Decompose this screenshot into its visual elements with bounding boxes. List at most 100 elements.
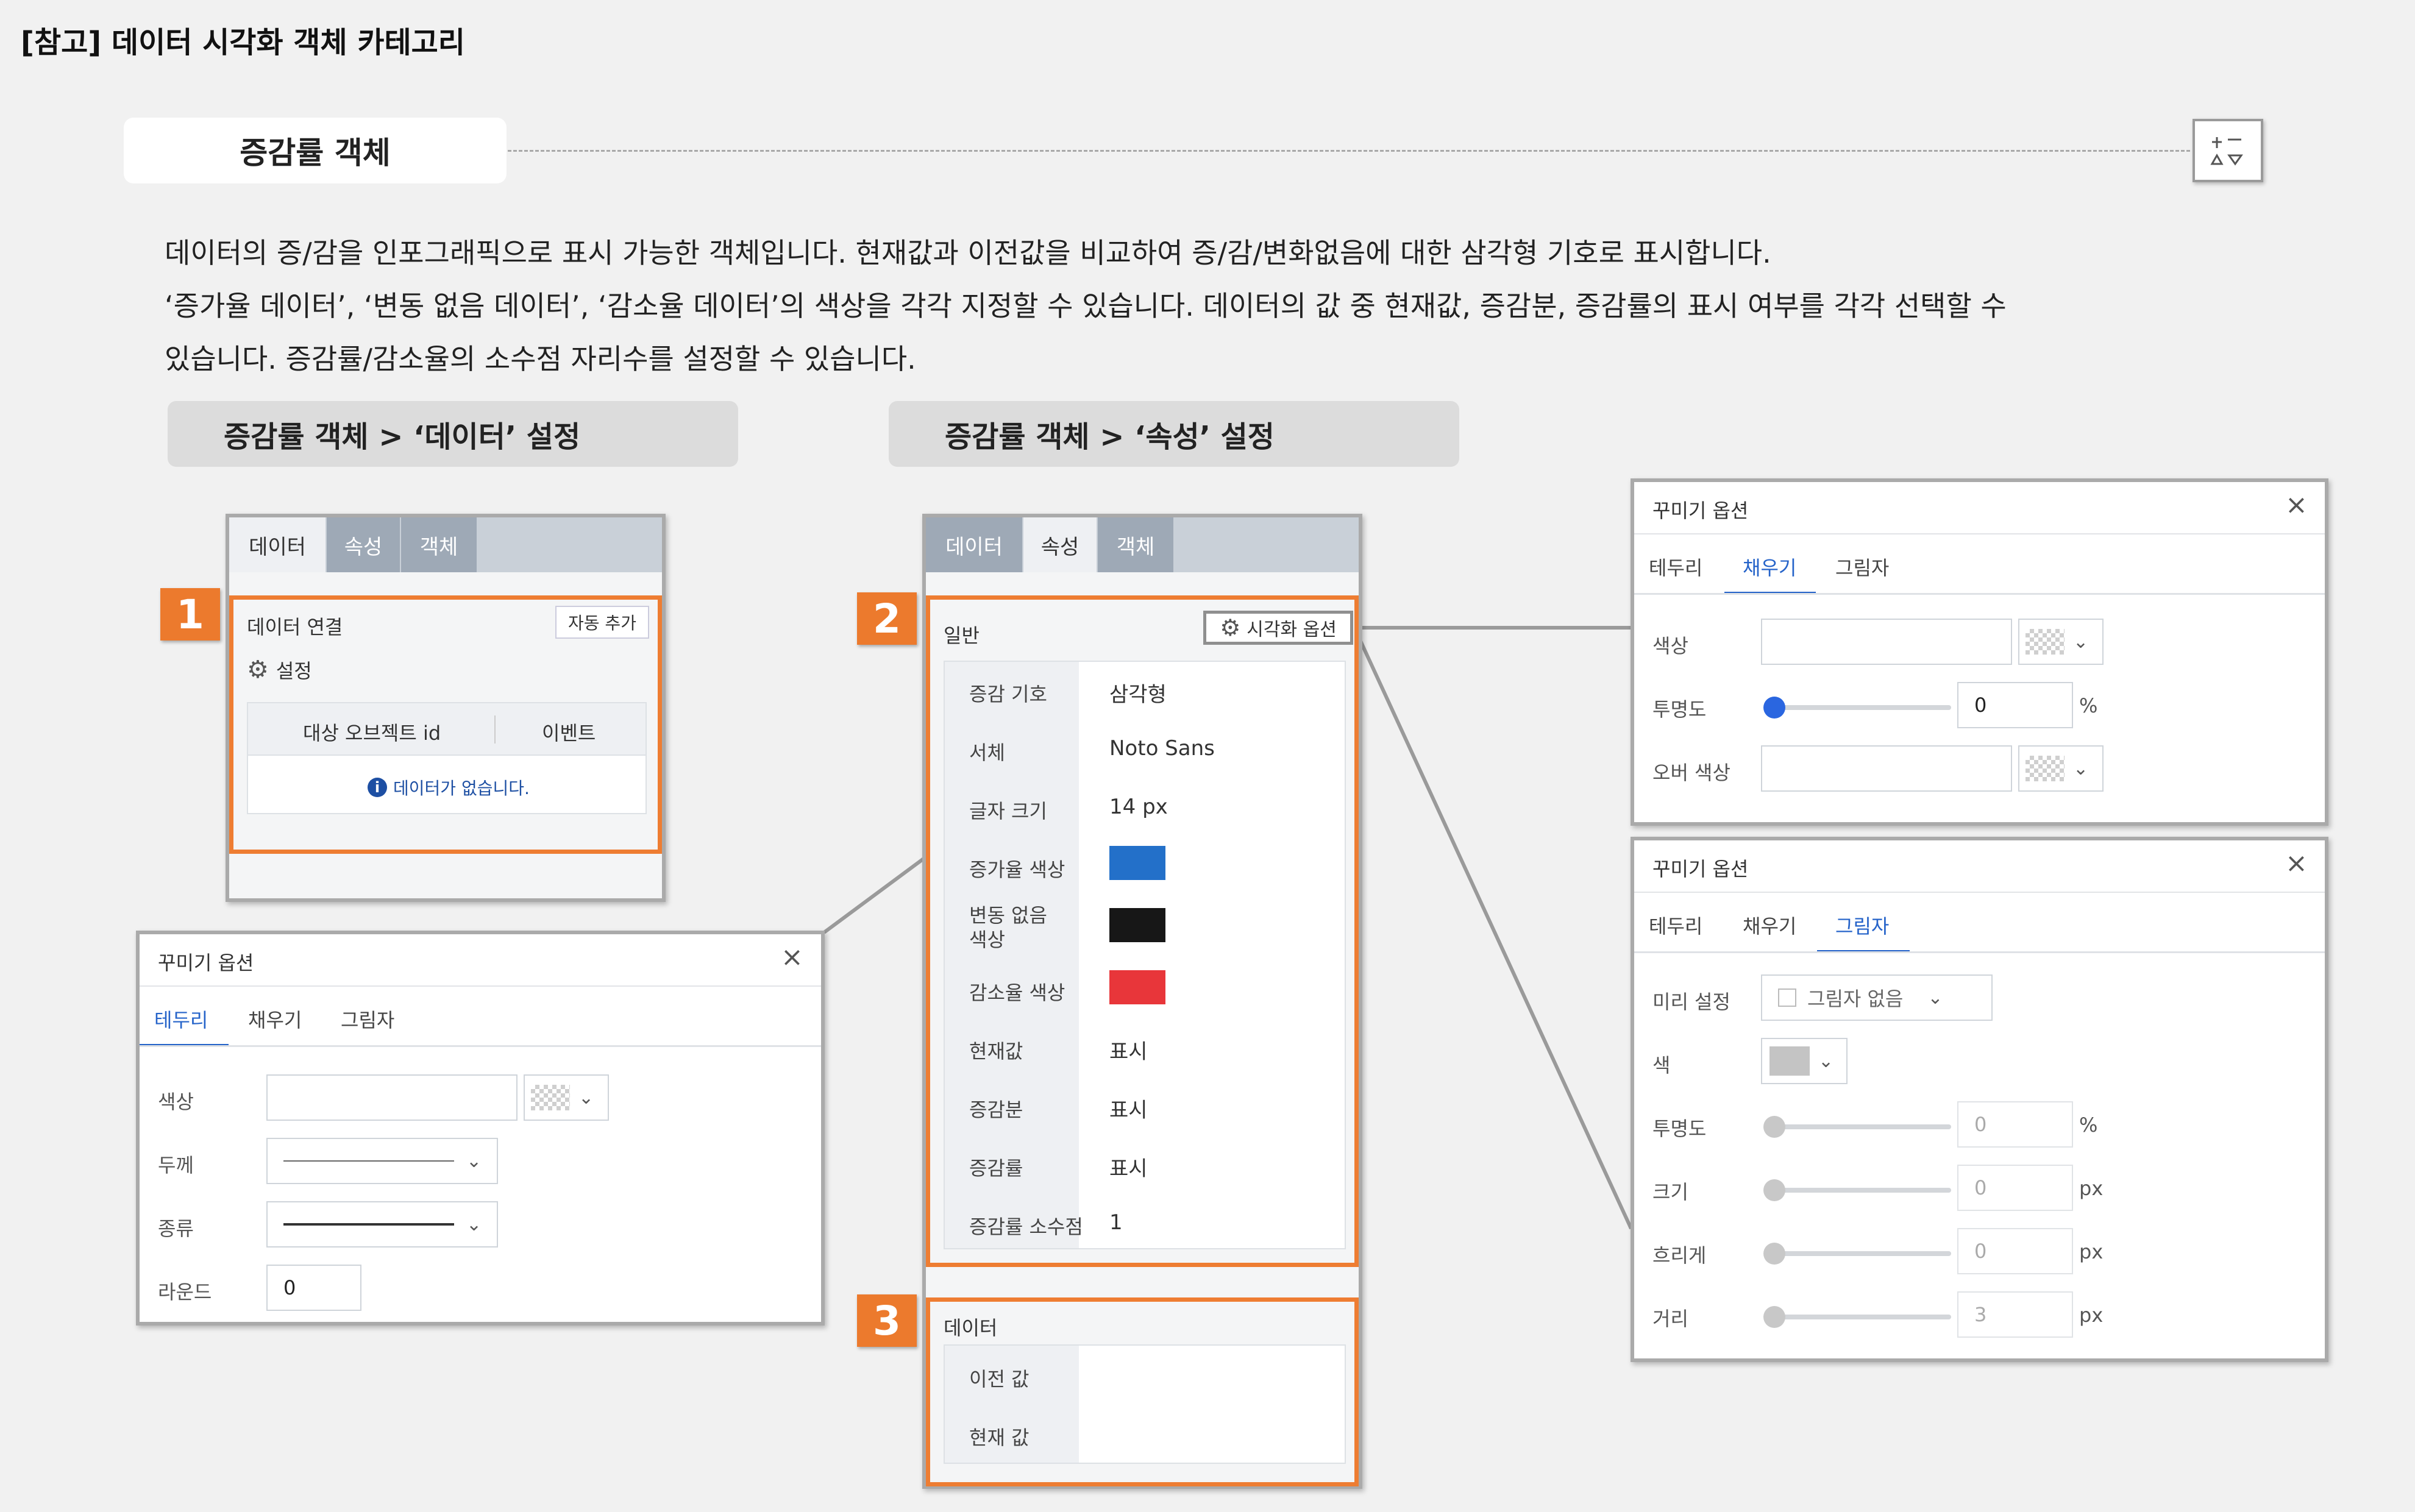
property-grid: 증감 기호 삼각형 서체 Noto Sans 글자 크기 14 px 증가율 색…	[944, 661, 1346, 1249]
tab-attr[interactable]: 속성	[1023, 517, 1097, 572]
header-divider	[494, 715, 496, 744]
tab-attr[interactable]: 속성	[327, 517, 400, 572]
size-slider-handle[interactable]	[1763, 1179, 1785, 1201]
transparent-swatch-icon	[531, 1085, 570, 1110]
size-input[interactable]: 0	[1957, 1165, 2073, 1211]
prop-label: 서체	[969, 741, 1005, 764]
auto-add-button[interactable]: 자동 추가	[555, 606, 649, 639]
gear-icon: ⚙	[1220, 614, 1241, 641]
dialog-title: 꾸미기 옵션	[1652, 499, 1749, 522]
tab-shadow[interactable]: 그림자	[341, 1005, 394, 1033]
tab-object[interactable]: 객체	[1098, 517, 1173, 572]
prop-value-decimals[interactable]: 1	[1109, 1210, 1123, 1235]
prop-value-current[interactable]: 표시	[1109, 1035, 1148, 1065]
tab-shadow[interactable]: 그림자	[1835, 911, 1889, 939]
close-icon[interactable]: ×	[781, 942, 803, 973]
opacity-slider-handle[interactable]	[1763, 697, 1785, 719]
preset-value: 그림자 없음	[1807, 987, 1904, 1010]
blur-slider[interactable]	[1768, 1251, 1951, 1256]
blur-unit: px	[2079, 1240, 2104, 1263]
data-panel: 데이터 속성 객체 데이터 연결 자동 추가 ⚙ 설정 대상 오브젝트 id 이…	[226, 514, 666, 902]
tab-border[interactable]: 테두리	[1649, 911, 1702, 939]
round-input[interactable]: 0	[266, 1265, 361, 1311]
distance-input[interactable]: 3	[1957, 1291, 2073, 1338]
decrease-color-swatch[interactable]	[1109, 970, 1165, 1004]
prop-label: 현재값	[969, 1040, 1023, 1063]
tab-border[interactable]: 테두리	[1649, 553, 1702, 581]
type-label: 종류	[158, 1217, 194, 1240]
opacity-slider[interactable]	[1768, 1124, 1951, 1129]
prop-label: 증감률	[969, 1157, 1023, 1180]
decoration-dialog-border: 꾸미기 옵션 × 테두리 채우기 그림자 색상 ⌄ 두께 ⌄ 종류 ⌄ 라운드 …	[136, 931, 825, 1326]
thickness-label: 두께	[158, 1154, 194, 1177]
opacity-slider[interactable]	[1768, 705, 1951, 710]
tab-data[interactable]: 데이터	[926, 517, 1022, 572]
prop-label: 증감 기호	[969, 683, 1047, 706]
preset-label: 미리 설정	[1652, 990, 1730, 1013]
tab-fill[interactable]: 채우기	[248, 1005, 302, 1033]
viz-options-button[interactable]: ⚙ 시각화 옵션	[1203, 611, 1353, 645]
transparent-swatch-icon	[2026, 629, 2065, 655]
prop-value-delta[interactable]: 표시	[1109, 1093, 1148, 1123]
tab-object[interactable]: 객체	[401, 517, 477, 572]
close-icon[interactable]: ×	[2285, 848, 2308, 879]
binding-table: 대상 오브젝트 id 이벤트 i 데이터가 없습니다.	[247, 702, 647, 814]
tab-divider	[1634, 593, 2325, 595]
size-unit: px	[2079, 1177, 2104, 1200]
data-connect-section: 데이터 연결 자동 추가 ⚙ 설정 대상 오브젝트 id 이벤트 i 데이터가 …	[229, 595, 662, 854]
line-type-select[interactable]: ⌄	[266, 1201, 498, 1248]
tab-border[interactable]: 테두리	[154, 1005, 208, 1033]
prop-value-font[interactable]: Noto Sans	[1109, 736, 1215, 761]
prop-value-rate[interactable]: 표시	[1109, 1152, 1148, 1182]
current-value-label: 현재 값	[969, 1426, 1030, 1449]
opacity-label: 투명도	[1652, 698, 1707, 721]
hover-color-input[interactable]	[1761, 745, 2012, 792]
title-divider	[140, 985, 821, 987]
data-label: 데이터	[944, 1316, 998, 1340]
hover-color-picker[interactable]: ⌄	[2018, 745, 2104, 792]
preset-select[interactable]: 그림자 없음 ⌄	[1761, 974, 1993, 1021]
prop-label: 감소율 색상	[969, 981, 1065, 1004]
empty-message: 데이터가 없습니다.	[393, 778, 530, 798]
opacity-input[interactable]: 0	[1957, 682, 2073, 728]
table-header: 대상 오브젝트 id 이벤트	[248, 703, 646, 756]
shadow-preview-icon	[1778, 988, 1796, 1007]
blur-slider-handle[interactable]	[1763, 1243, 1785, 1265]
tab-fill[interactable]: 채우기	[1743, 911, 1796, 939]
distance-slider-handle[interactable]	[1763, 1306, 1785, 1328]
prop-value-font-size[interactable]: 14 px	[1109, 795, 1168, 819]
color-input[interactable]	[1761, 619, 2012, 665]
tab-fill[interactable]: 채우기	[1743, 553, 1796, 581]
round-label: 라운드	[158, 1280, 212, 1304]
increase-color-swatch[interactable]	[1109, 846, 1165, 880]
color-input[interactable]	[266, 1074, 518, 1121]
color-picker[interactable]: ⌄	[524, 1074, 609, 1121]
empty-state: i 데이터가 없습니다.	[368, 775, 530, 800]
blur-input[interactable]: 0	[1957, 1228, 2073, 1274]
color-picker[interactable]: ⌄	[2018, 619, 2104, 665]
distance-slider[interactable]	[1768, 1315, 1951, 1319]
table-header-event: 이벤트	[542, 722, 596, 745]
distance-unit: px	[2079, 1304, 2104, 1327]
size-slider[interactable]	[1768, 1188, 1951, 1193]
decoration-dialog-shadow: 꾸미기 옵션 × 테두리 채우기 그림자 미리 설정 그림자 없음 ⌄ 색 ⌄ …	[1631, 837, 2328, 1362]
info-icon: i	[368, 778, 387, 797]
settings-link[interactable]: ⚙ 설정	[247, 656, 312, 684]
size-label: 크기	[1652, 1180, 1688, 1204]
close-icon[interactable]: ×	[2285, 489, 2308, 520]
viz-options-label: 시각화 옵션	[1247, 619, 1337, 641]
prop-value-symbol[interactable]: 삼각형	[1109, 678, 1167, 708]
title-divider	[1634, 892, 2325, 893]
opacity-input[interactable]: 0	[1957, 1101, 2073, 1148]
thickness-select[interactable]: ⌄	[266, 1138, 498, 1184]
gear-icon: ⚙	[247, 656, 269, 684]
opacity-slider-handle[interactable]	[1763, 1116, 1785, 1138]
tab-shadow[interactable]: 그림자	[1835, 553, 1889, 581]
prop-label: 변동 없음 색상	[969, 904, 1047, 951]
chevron-down-icon: ⌄	[466, 1150, 482, 1172]
no-change-color-swatch[interactable]	[1109, 908, 1165, 942]
shadow-color-picker[interactable]: ⌄	[1761, 1038, 1848, 1084]
data-connect-label: 데이터 연결	[247, 616, 343, 639]
tab-data[interactable]: 데이터	[229, 517, 325, 572]
panel-tabbar: 데이터 속성 객체	[229, 517, 662, 572]
